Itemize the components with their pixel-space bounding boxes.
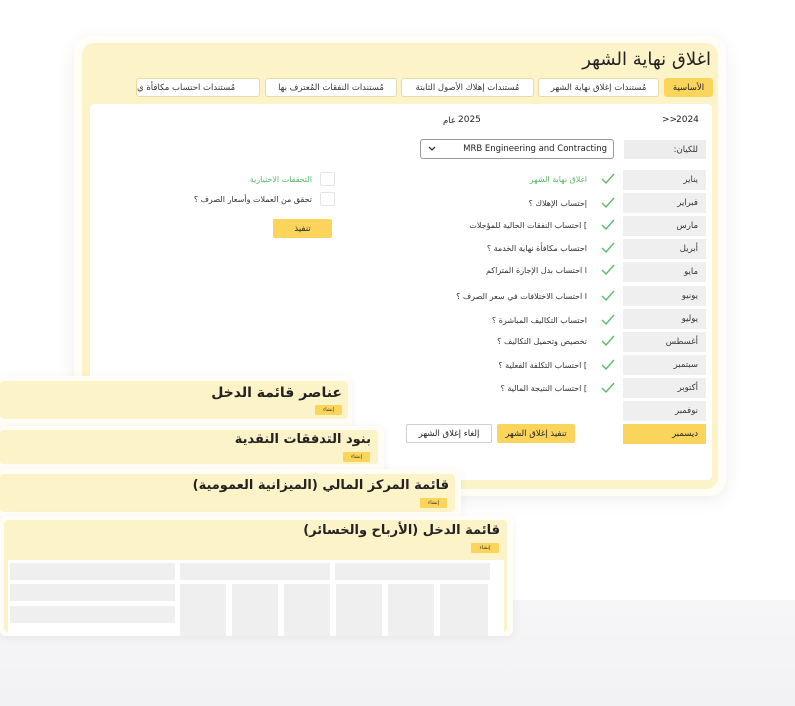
create-button[interactable]: إنشاء — [315, 405, 342, 415]
month-item[interactable]: يوليو — [623, 309, 706, 329]
step-row: ] احتساب النتيجة المالية ؟ — [501, 381, 615, 395]
checkmark-icon — [601, 173, 615, 185]
table-cell-placeholder — [336, 584, 382, 636]
table-cell-placeholder — [335, 563, 490, 580]
year-suffix: عام — [443, 116, 456, 126]
step-row: اغلاق نهاية الشهر — [530, 172, 615, 186]
page-title: اغلاق نهاية الشهر — [582, 49, 711, 70]
year-other[interactable]: 2025 — [458, 115, 481, 125]
step-label: ا احتساب بدل الإجازة المتراكم — [485, 265, 587, 275]
month-item[interactable]: أغسطس — [623, 332, 706, 352]
cancel-month-close-button[interactable]: إلغاء إغلاق الشهر — [406, 424, 492, 443]
chevron-down-icon — [428, 146, 436, 151]
currency-check-row[interactable]: تحقق من العملات وأسعار الصرف ؟ — [194, 192, 335, 206]
checkmark-icon — [601, 382, 615, 394]
month-item[interactable]: نوفمبر — [623, 401, 706, 421]
step-row: احتساب التكاليف المباشرة ؟ — [492, 313, 615, 327]
step-label: ا احتساب الاختلافات في سعر الصرف ؟ — [456, 291, 587, 301]
tab-fixed-asset-depreciation-documents[interactable]: مُستندات إهلاك الأصول الثابتة — [401, 78, 534, 97]
checkmark-icon — [601, 242, 615, 254]
entity-select-value: MRB Engineering and Contracting — [463, 144, 607, 154]
month-item[interactable]: يناير — [623, 170, 706, 190]
month-item[interactable]: أبريل — [623, 239, 706, 259]
year-prev-arrow[interactable]: >> — [662, 115, 677, 125]
checkmark-icon — [601, 335, 615, 347]
checkmark-icon — [601, 264, 615, 276]
table-cell-placeholder — [10, 563, 175, 580]
optional-checks-heading: التحققات الاختيارية — [249, 174, 312, 184]
table-cell-placeholder — [180, 584, 226, 636]
month-item[interactable]: يونيو — [623, 286, 706, 306]
checkmark-icon — [601, 197, 615, 209]
step-label: ] احتساب التكلفة الفعلية ؟ — [498, 360, 587, 370]
card-title: عناصر قائمة الدخل — [211, 385, 342, 401]
card-title: قائمة المركز المالي (الميزانية العمومية) — [192, 478, 449, 493]
month-item[interactable]: مارس — [623, 216, 706, 236]
entity-select[interactable]: MRB Engineering and Contracting — [420, 139, 614, 159]
table-cell-placeholder — [440, 584, 488, 636]
table-cell-placeholder — [388, 584, 434, 636]
create-button[interactable]: إنشاء — [343, 452, 370, 462]
month-item[interactable]: مايو — [623, 262, 706, 282]
month-item[interactable]: أكتوبر — [623, 378, 706, 398]
card-title: بنود التدفقات النقدية — [234, 432, 371, 447]
step-row: ا احتساب الاختلافات في سعر الصرف ؟ — [456, 289, 615, 303]
table-cell-placeholder — [10, 584, 175, 601]
tab-recognized-expenses-documents[interactable]: مُستندات النفقات المُعترف بها — [265, 78, 397, 97]
table-cell-placeholder — [232, 584, 278, 636]
entity-label: :للكيان — [624, 140, 706, 159]
step-label: ] احتساب النفقات الحالية للمؤجلات — [469, 220, 587, 230]
table-cell-placeholder — [10, 606, 175, 623]
execute-month-close-button[interactable]: تنفيذ إغلاق الشهر — [497, 424, 575, 443]
create-button[interactable]: إنشاء — [471, 543, 499, 553]
currency-check-checkbox[interactable] — [320, 192, 335, 206]
step-row: ا احتساب بدل الإجازة المتراكم — [486, 263, 615, 277]
step-row: احتساب مكافأة نهاية الخدمة ؟ — [487, 241, 615, 255]
card-title: قائمة الدخل (الأرباح والخسائر) — [303, 523, 500, 538]
optional-checks-heading-row[interactable]: التحققات الاختيارية — [250, 172, 335, 186]
tab-basic[interactable]: الأساسية — [664, 78, 713, 97]
table-cell-placeholder — [180, 563, 330, 580]
step-row: إحتساب الإهلاك ؟ — [529, 196, 615, 210]
month-item[interactable]: فبراير — [623, 193, 706, 213]
checkmark-icon — [601, 314, 615, 326]
step-label: احتساب التكاليف المباشرة ؟ — [491, 315, 587, 325]
step-label: ] احتساب النتيجة المالية ؟ — [500, 383, 587, 393]
step-row: تخصيص وتحميل التكاليف ؟ — [497, 334, 615, 348]
step-row: ] احتساب النفقات الحالية للمؤجلات — [469, 218, 615, 232]
checkmark-icon — [601, 359, 615, 371]
step-label: تخصيص وتحميل التكاليف ؟ — [497, 336, 587, 346]
month-item-active[interactable]: ديسمبر — [623, 424, 706, 444]
execute-button[interactable]: تنفيذ — [273, 219, 332, 238]
currency-check-label: تحقق من العملات وأسعار الصرف ؟ — [193, 194, 312, 204]
tab-month-end-documents[interactable]: مُستندات إغلاق نهاية الشهر — [538, 78, 659, 97]
step-label: احتساب مكافأة نهاية الخدمة ؟ — [486, 243, 587, 253]
checkmark-icon — [601, 219, 615, 231]
table-cell-placeholder — [284, 584, 330, 636]
step-label: إحتساب الإهلاك ؟ — [528, 198, 587, 208]
tab-end-of-service-documents[interactable]: مُستندات احتساب مكافأة ي — [136, 78, 260, 97]
month-item[interactable]: سبتمبر — [623, 355, 706, 375]
checkmark-icon — [601, 290, 615, 302]
step-row: ] احتساب التكلفة الفعلية ؟ — [498, 358, 615, 372]
year-selected[interactable]: 2024 — [676, 115, 699, 125]
optional-checks-checkbox[interactable] — [320, 172, 335, 186]
create-button[interactable]: إنشاء — [420, 498, 447, 508]
step-label: اغلاق نهاية الشهر — [529, 174, 587, 184]
